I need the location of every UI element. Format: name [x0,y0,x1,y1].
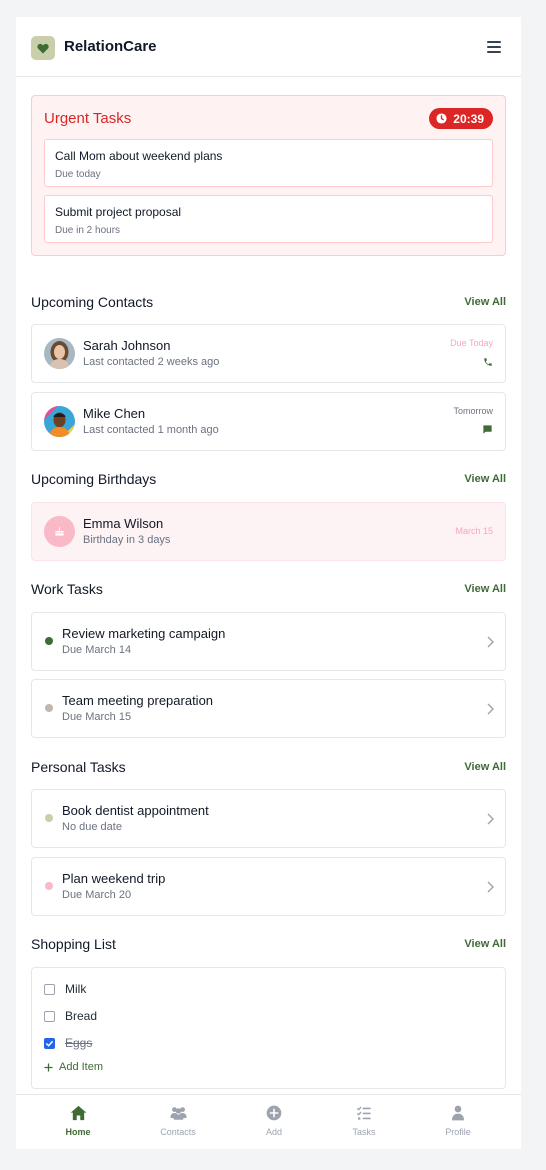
task-due: Due March 20 [62,889,132,901]
contact-name: Sarah Johnson [83,338,171,353]
task-status-dot [45,814,53,822]
checkmark-icon [45,1040,54,1047]
phone-icon[interactable] [483,354,493,372]
shopping-item: Eggs [44,1036,92,1050]
contact-due-label: Tomorrow [453,406,493,416]
task-card[interactable]: Review marketing campaign Due March 14 [31,612,506,671]
hamburger-menu-icon [487,41,501,53]
shopping-item: Milk [44,982,86,996]
shopping-item-label: Milk [65,982,87,996]
contact-last-contacted: Last contacted 2 weeks ago [83,356,220,368]
heart-icon [37,43,49,53]
work-tasks-view-all-link[interactable]: View All [464,583,506,595]
contacts-icon [169,1107,187,1120]
logo [31,36,55,60]
birthday-name: Emma Wilson [83,516,164,531]
birthdays-view-all-link[interactable]: View All [464,473,506,485]
task-title: Team meeting preparation [62,693,214,708]
message-icon[interactable] [482,422,493,440]
nav-label: Profile [445,1127,471,1137]
personal-tasks-view-all-link[interactable]: View All [464,761,506,773]
birthday-card[interactable]: Emma Wilson Birthday in 3 days March 15 [31,502,506,561]
nav-label: Contacts [160,1127,196,1137]
section-title-birthdays: Upcoming Birthdays [31,471,157,487]
app-header: RelationCare [16,17,521,77]
timer-value: 20:39 [453,111,484,126]
shopping-item-label: Bread [65,1009,98,1023]
urgent-task-due: Due in 2 hours [55,225,121,236]
nav-label: Add [265,1127,282,1137]
contacts-view-all-link[interactable]: View All [464,296,506,308]
chevron-right-icon [487,812,494,830]
task-status-dot [45,704,53,712]
task-due: No due date [62,821,122,833]
shopping-item-checkbox[interactable] [44,1037,55,1049]
home-icon [70,1105,86,1121]
contact-due-label: Due Today [450,338,493,348]
clock-icon [436,113,447,124]
section-title-shopping-list: Shopping List [31,936,116,952]
shopping-item: Bread [44,1009,97,1023]
chevron-right-icon [487,880,494,898]
add-icon [266,1105,282,1121]
avatar [44,406,75,437]
task-title: Book dentist appointment [62,803,209,818]
shopping-list-card: Milk Bread Eggs Add Item [31,967,506,1089]
nav-contacts[interactable]: Contacts [138,1105,218,1143]
task-status-dot [45,882,53,890]
tasks-icon [356,1106,371,1120]
task-card[interactable]: Plan weekend trip Due March 20 [31,857,506,916]
section-title-personal-tasks: Personal Tasks [31,759,126,775]
birthday-countdown: Birthday in 3 days [83,534,171,546]
task-card[interactable]: Book dentist appointment No due date [31,789,506,848]
nav-profile[interactable]: Profile [418,1105,498,1143]
urgent-tasks-panel: Urgent Tasks 20:39 Call Mom about weeken… [31,95,506,256]
nav-label: Home [65,1127,91,1137]
urgent-task-item[interactable]: Submit project proposal Due in 2 hours [44,195,493,243]
task-status-dot [45,637,53,645]
task-title: Plan weekend trip [62,871,166,886]
nav-tasks[interactable]: Tasks [324,1105,404,1143]
urgent-task-due: Due today [55,169,101,180]
birthday-cake-icon [44,516,75,547]
nav-label: Tasks [352,1127,376,1137]
urgent-tasks-title: Urgent Tasks [44,110,132,127]
task-card[interactable]: Team meeting preparation Due March 15 [31,679,506,738]
menu-button[interactable] [487,40,501,53]
nav-home[interactable]: Home [38,1105,118,1143]
bottom-navigation: Home Contacts Add Tasks Profile [16,1094,521,1149]
urgent-task-item[interactable]: Call Mom about weekend plans Due today [44,139,493,187]
shopping-item-checkbox[interactable] [44,983,55,995]
profile-icon [452,1105,464,1121]
chevron-right-icon [487,702,494,720]
shopping-item-label: Eggs [65,1036,93,1050]
shopping-item-checkbox[interactable] [44,1010,55,1022]
birthday-date: March 15 [455,526,493,536]
contact-card[interactable]: Mike Chen Last contacted 1 month ago Tom… [31,392,506,451]
contact-last-contacted: Last contacted 1 month ago [83,424,219,436]
task-due: Due March 14 [62,644,132,656]
task-title: Review marketing campaign [62,626,226,641]
task-due: Due March 15 [62,711,132,723]
nav-add[interactable]: Add [234,1105,314,1143]
app-container: RelationCare Urgent Tasks 20:39 Call Mom… [16,17,521,1149]
avatar [44,338,75,369]
contact-card[interactable]: Sarah Johnson Last contacted 2 weeks ago… [31,324,506,383]
section-title-contacts: Upcoming Contacts [31,294,154,310]
add-item-button[interactable]: Add Item [44,1061,103,1073]
urgent-task-title: Call Mom about weekend plans [55,149,223,163]
section-title-work-tasks: Work Tasks [31,581,103,597]
app-title: RelationCare [64,38,157,55]
urgent-task-title: Submit project proposal [55,205,182,219]
urgent-timer-badge: 20:39 [429,108,493,129]
plus-icon [44,1062,53,1072]
add-item-label: Add Item [59,1061,104,1073]
shopping-view-all-link[interactable]: View All [464,938,506,950]
contact-name: Mike Chen [83,406,146,421]
chevron-right-icon [487,635,494,653]
